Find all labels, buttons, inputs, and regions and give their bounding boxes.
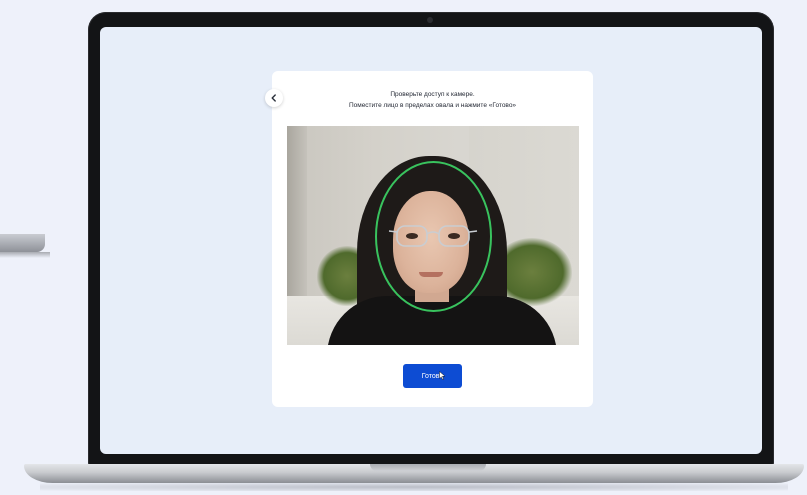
face-oval-guide (375, 161, 492, 312)
done-button[interactable]: Готово (403, 364, 462, 388)
camera-check-card: Проверьте доступ к камере. Поместите лиц… (272, 71, 593, 407)
background-laptop-shadow (0, 252, 50, 258)
laptop-base (24, 464, 804, 483)
back-button[interactable] (265, 89, 283, 107)
webcam-dot (427, 17, 433, 23)
instruction-line-2: Поместите лицо в пределах овала и нажмит… (348, 102, 517, 109)
laptop-shadow (40, 483, 788, 491)
chevron-left-icon (271, 94, 276, 102)
instruction-line-1: Проверьте доступ к камере. (390, 91, 475, 98)
mouse-pointer-icon (439, 371, 446, 380)
background-laptop (0, 234, 45, 252)
laptop-lid: Проверьте доступ к камере. Поместите лиц… (88, 12, 774, 468)
camera-preview (287, 126, 579, 345)
laptop-opening-notch (370, 464, 486, 471)
instructions: Проверьте доступ к камере. Поместите лиц… (272, 89, 593, 111)
laptop-screen: Проверьте доступ к камере. Поместите лиц… (100, 27, 762, 454)
